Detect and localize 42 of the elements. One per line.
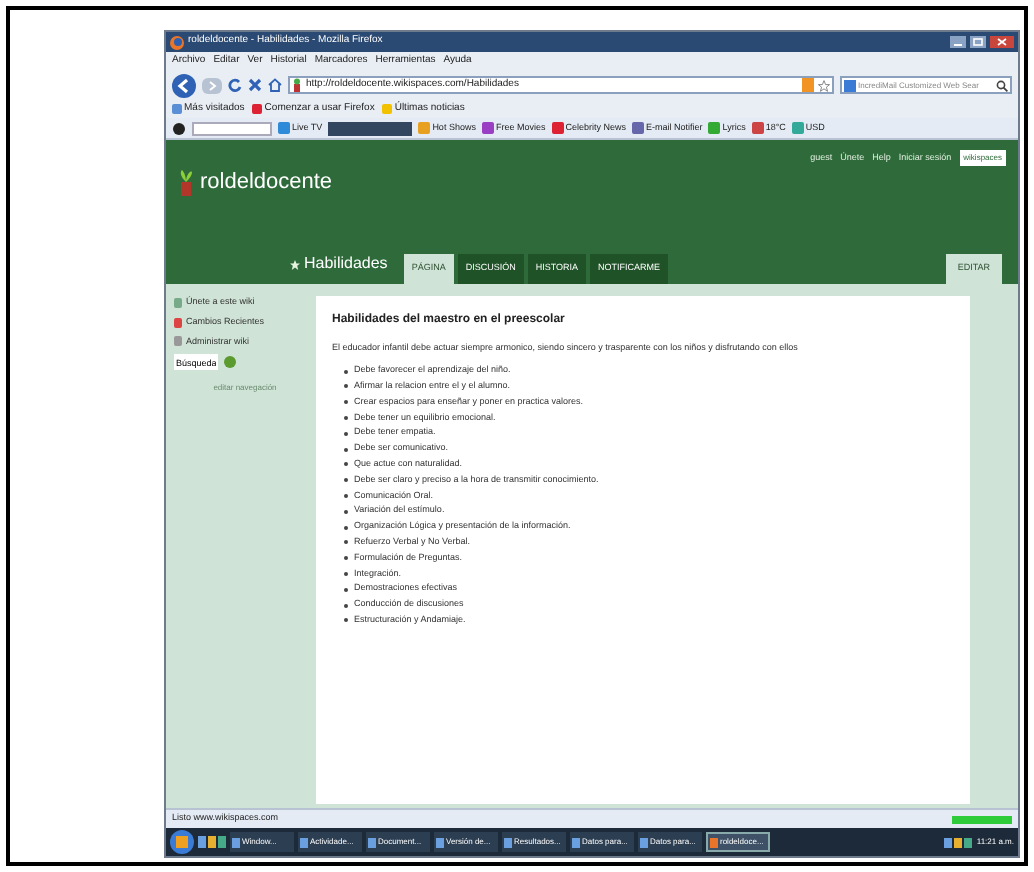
toolbar-icon: [751, 122, 764, 134]
quick-launch-icon: [198, 836, 226, 848]
toolbar-logo-icon: [172, 121, 186, 135]
window-icon: [436, 837, 444, 847]
stop-icon: [248, 78, 262, 92]
maximize-icon: [970, 36, 986, 48]
window-icon: [232, 837, 240, 847]
toolbar-icon: [708, 122, 721, 134]
home-icon: [268, 78, 282, 92]
forward-icon: [202, 77, 222, 93]
toolbar-icon: [551, 122, 564, 134]
star-icon: [290, 259, 300, 269]
site-icon: [292, 78, 302, 92]
search-icon: [996, 79, 1008, 91]
go-icon: [224, 356, 236, 369]
toolbar-search-field[interactable]: [192, 121, 272, 135]
toolbar-icon: [791, 122, 804, 134]
window-icon: [368, 837, 376, 847]
plant-pot-icon: [178, 168, 194, 197]
star-icon: [818, 79, 830, 91]
toolbar-icon: [481, 122, 494, 134]
tray-icons: [944, 837, 973, 847]
window-icon: [640, 837, 648, 847]
media-player-panel: [328, 121, 413, 135]
wiki-name: roldeldocente: [200, 168, 333, 198]
toolbar-icon: [418, 122, 431, 134]
minimize-icon: [950, 36, 966, 48]
reload-icon: [228, 78, 242, 92]
window-icon: [710, 837, 718, 847]
toolbar-icon: [278, 122, 290, 134]
window-icon: [572, 837, 580, 847]
bookmark-icon: [172, 104, 182, 114]
bookmark-icon: [252, 104, 263, 114]
start-button-icon: [170, 830, 194, 854]
browser-icon: [170, 35, 184, 49]
back-icon: [172, 73, 196, 97]
close-icon: [990, 36, 1014, 48]
page-title: Habilidades: [290, 252, 388, 276]
window-icon: [300, 837, 308, 847]
window-icon: [504, 837, 512, 847]
toolbar-icon: [631, 122, 644, 134]
bookmark-icon: [382, 104, 393, 114]
